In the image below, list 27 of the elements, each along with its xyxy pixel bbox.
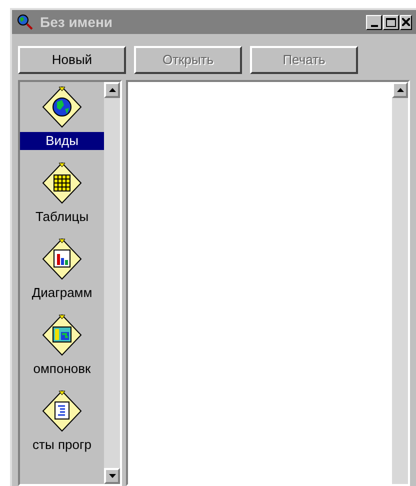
maximize-icon bbox=[386, 18, 396, 26]
minimize-icon bbox=[370, 24, 378, 26]
layout-icon[interactable] bbox=[42, 314, 82, 356]
maximize-button[interactable] bbox=[383, 14, 399, 30]
sidebar-item[interactable]: Виды bbox=[20, 132, 104, 150]
toolbar-button[interactable]: Новый bbox=[18, 46, 126, 74]
table-icon[interactable] bbox=[42, 162, 82, 204]
globe-icon[interactable] bbox=[42, 86, 82, 128]
scroll-up-button[interactable] bbox=[104, 82, 120, 98]
sidebar-item[interactable]: Таблицы bbox=[20, 208, 104, 226]
up-arrow-icon bbox=[396, 88, 404, 92]
window-title: Без имени bbox=[40, 12, 114, 32]
sidebar-item[interactable]: Диаграмм bbox=[20, 284, 104, 302]
minimize-button[interactable] bbox=[366, 14, 382, 30]
script-icon[interactable] bbox=[42, 390, 82, 432]
scroll-down-button[interactable] bbox=[104, 468, 120, 484]
close-icon bbox=[402, 18, 410, 26]
close-button[interactable] bbox=[400, 14, 412, 30]
globe-magnifier-icon bbox=[16, 13, 34, 31]
chart-icon[interactable] bbox=[42, 238, 82, 280]
scrollbar[interactable] bbox=[392, 82, 408, 484]
sidebar-item[interactable]: сты прогр bbox=[20, 436, 104, 454]
scroll-up-button[interactable] bbox=[392, 82, 408, 98]
scrollbar[interactable] bbox=[104, 82, 120, 484]
sidebar-item[interactable]: омпоновк bbox=[20, 360, 104, 378]
down-arrow-icon bbox=[108, 474, 116, 478]
up-arrow-icon bbox=[108, 88, 116, 92]
